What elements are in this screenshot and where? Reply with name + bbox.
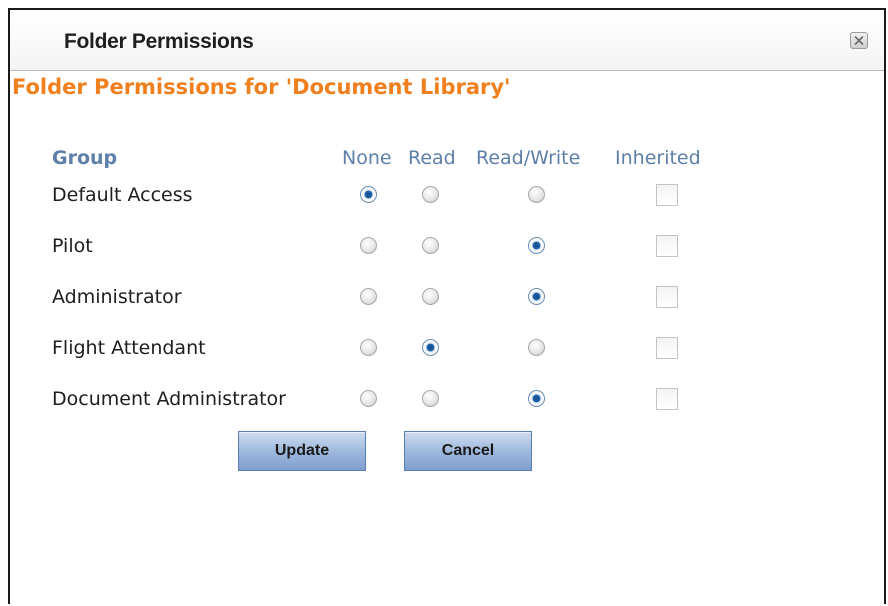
radio-read[interactable] bbox=[422, 339, 439, 356]
radio-read-write[interactable] bbox=[528, 390, 545, 407]
column-header-read-write: Read/Write bbox=[476, 147, 581, 169]
column-header-none: None bbox=[342, 147, 392, 169]
group-name: Flight Attendant bbox=[52, 337, 206, 359]
dialog-title: Folder Permissions bbox=[64, 30, 254, 53]
close-x-icon bbox=[854, 36, 864, 45]
group-name: Default Access bbox=[52, 184, 193, 206]
update-button[interactable]: Update bbox=[238, 431, 366, 471]
column-header-inherited: Inherited bbox=[615, 147, 701, 169]
permission-row: Administrator bbox=[10, 280, 884, 314]
radio-none[interactable] bbox=[360, 186, 377, 203]
radio-read-write[interactable] bbox=[528, 237, 545, 254]
radio-read[interactable] bbox=[422, 390, 439, 407]
radio-none[interactable] bbox=[360, 288, 377, 305]
dialog-titlebar: Folder Permissions bbox=[10, 10, 884, 70]
group-name: Pilot bbox=[52, 235, 93, 257]
permission-row: Pilot bbox=[10, 229, 884, 263]
group-name: Administrator bbox=[52, 286, 182, 308]
radio-read[interactable] bbox=[422, 186, 439, 203]
radio-read-write[interactable] bbox=[528, 186, 545, 203]
column-header-read: Read bbox=[408, 147, 456, 169]
group-name: Document Administrator bbox=[52, 388, 286, 410]
folder-permissions-dialog: Folder Permissions Folder Permissions fo… bbox=[8, 8, 886, 604]
permission-row: Flight Attendant bbox=[10, 331, 884, 365]
radio-read-write[interactable] bbox=[528, 288, 545, 305]
inherited-checkbox[interactable] bbox=[656, 184, 678, 206]
radio-none[interactable] bbox=[360, 390, 377, 407]
inherited-checkbox[interactable] bbox=[656, 235, 678, 257]
radio-read[interactable] bbox=[422, 288, 439, 305]
column-header-group: Group bbox=[52, 147, 118, 169]
cancel-button[interactable]: Cancel bbox=[404, 431, 532, 471]
inherited-checkbox[interactable] bbox=[656, 286, 678, 308]
permission-row: Document Administrator bbox=[10, 382, 884, 416]
radio-none[interactable] bbox=[360, 339, 377, 356]
permission-row: Default Access bbox=[10, 178, 884, 212]
close-button[interactable] bbox=[850, 32, 868, 49]
inherited-checkbox[interactable] bbox=[656, 388, 678, 410]
permissions-heading: Folder Permissions for 'Document Library… bbox=[12, 75, 511, 99]
radio-read[interactable] bbox=[422, 237, 439, 254]
dialog-content: Folder Permissions for 'Document Library… bbox=[10, 70, 884, 606]
inherited-checkbox[interactable] bbox=[656, 337, 678, 359]
radio-read-write[interactable] bbox=[528, 339, 545, 356]
radio-none[interactable] bbox=[360, 237, 377, 254]
